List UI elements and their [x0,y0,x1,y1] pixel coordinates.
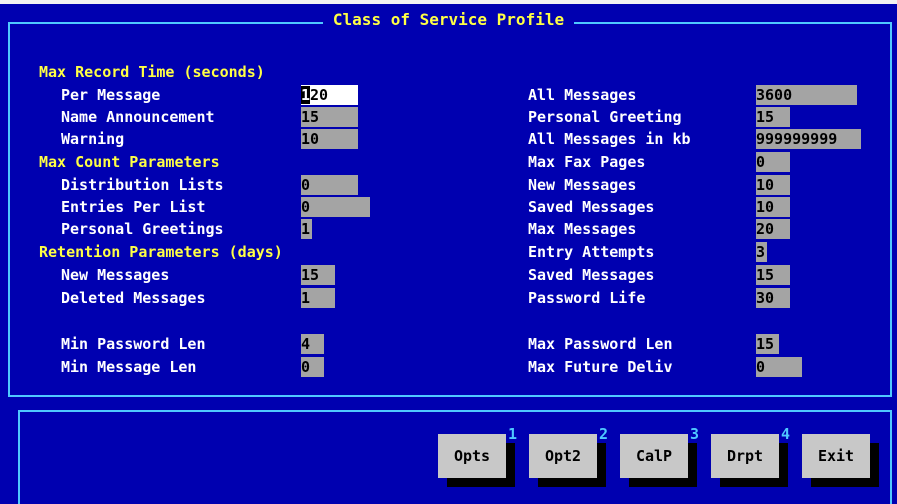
entry-attempts-label: Entry Attempts [528,243,655,261]
entries-per-list-label: Entries Per List [61,198,206,216]
drpt-button[interactable]: Drpt [711,434,788,487]
calp-button[interactable]: CalP [620,434,697,487]
cos-new-messages-label: New Messages [528,176,637,194]
all-messages-kb-field[interactable]: 999999999 [756,129,861,149]
all-messages-field[interactable]: 3600 [756,85,857,105]
cos-saved-messages-field[interactable]: 10 [756,197,790,217]
retention-new-messages-field[interactable]: 15 [301,265,335,285]
max-fax-pages-label: Max Fax Pages [528,153,646,171]
top-edge-bar [0,0,897,4]
max-record-time-header: Max Record Time (seconds) [39,63,265,81]
max-count-header: Max Count Parameters [39,153,220,171]
opt2-button-label: Opt2 [529,434,597,478]
max-password-len-field[interactable]: 15 [756,334,779,354]
text-cursor: 1 [301,86,311,104]
cos-saved-messages-label: Saved Messages [528,198,655,216]
deleted-messages-field[interactable]: 1 [301,288,335,308]
calp-hotkey: 3 [690,425,700,443]
all-messages-label: All Messages [528,86,637,104]
window-title: Class of Service Profile [0,10,897,29]
min-message-len-field[interactable]: 0 [301,357,324,377]
personal-greeting-field[interactable]: 15 [756,107,790,127]
entries-per-list-field[interactable]: 0 [301,197,370,217]
distribution-lists-field[interactable]: 0 [301,175,358,195]
max-future-deliv-field[interactable]: 0 [756,357,802,377]
cos-new-messages-field[interactable]: 10 [756,175,790,195]
drpt-hotkey: 4 [781,425,791,443]
retention-saved-messages-field[interactable]: 15 [756,265,790,285]
warning-field[interactable]: 10 [301,129,358,149]
opts-hotkey: 1 [508,425,518,443]
per-message-label: Per Message [61,86,161,104]
min-message-len-label: Min Message Len [61,358,197,376]
personal-greeting-label: Personal Greeting [528,108,682,126]
password-life-label: Password Life [528,289,646,307]
password-life-field[interactable]: 30 [756,288,790,308]
drpt-button-label: Drpt [711,434,779,478]
per-message-field[interactable]: 120 [301,85,358,105]
opt2-hotkey: 2 [599,425,609,443]
exit-button[interactable]: Exit [802,434,879,487]
per-message-value-rest: 20 [310,86,329,104]
max-messages-label: Max Messages [528,220,637,238]
max-future-deliv-label: Max Future Deliv [528,358,673,376]
retention-new-messages-label: New Messages [61,266,170,284]
personal-greetings-label: Personal Greetings [61,220,224,238]
retention-parameters-header: Retention Parameters (days) [39,243,283,261]
warning-label: Warning [61,130,125,148]
opts-button[interactable]: Opts [438,434,515,487]
all-messages-kb-label: All Messages in kb [528,130,691,148]
opt2-button[interactable]: Opt2 [529,434,606,487]
personal-greetings-field[interactable]: 1 [301,219,312,239]
name-announcement-label: Name Announcement [61,108,215,126]
retention-saved-messages-label: Saved Messages [528,266,655,284]
min-password-len-label: Min Password Len [61,335,206,353]
window-title-text: Class of Service Profile [322,10,575,29]
max-messages-field[interactable]: 20 [756,219,790,239]
name-announcement-field[interactable]: 15 [301,107,358,127]
calp-button-label: CalP [620,434,688,478]
max-fax-pages-field[interactable]: 0 [756,152,790,172]
deleted-messages-label: Deleted Messages [61,289,206,307]
opts-button-label: Opts [438,434,506,478]
exit-button-label: Exit [802,434,870,478]
distribution-lists-label: Distribution Lists [61,176,224,194]
min-password-len-field[interactable]: 4 [301,334,324,354]
max-password-len-label: Max Password Len [528,335,673,353]
entry-attempts-field[interactable]: 3 [756,242,767,262]
